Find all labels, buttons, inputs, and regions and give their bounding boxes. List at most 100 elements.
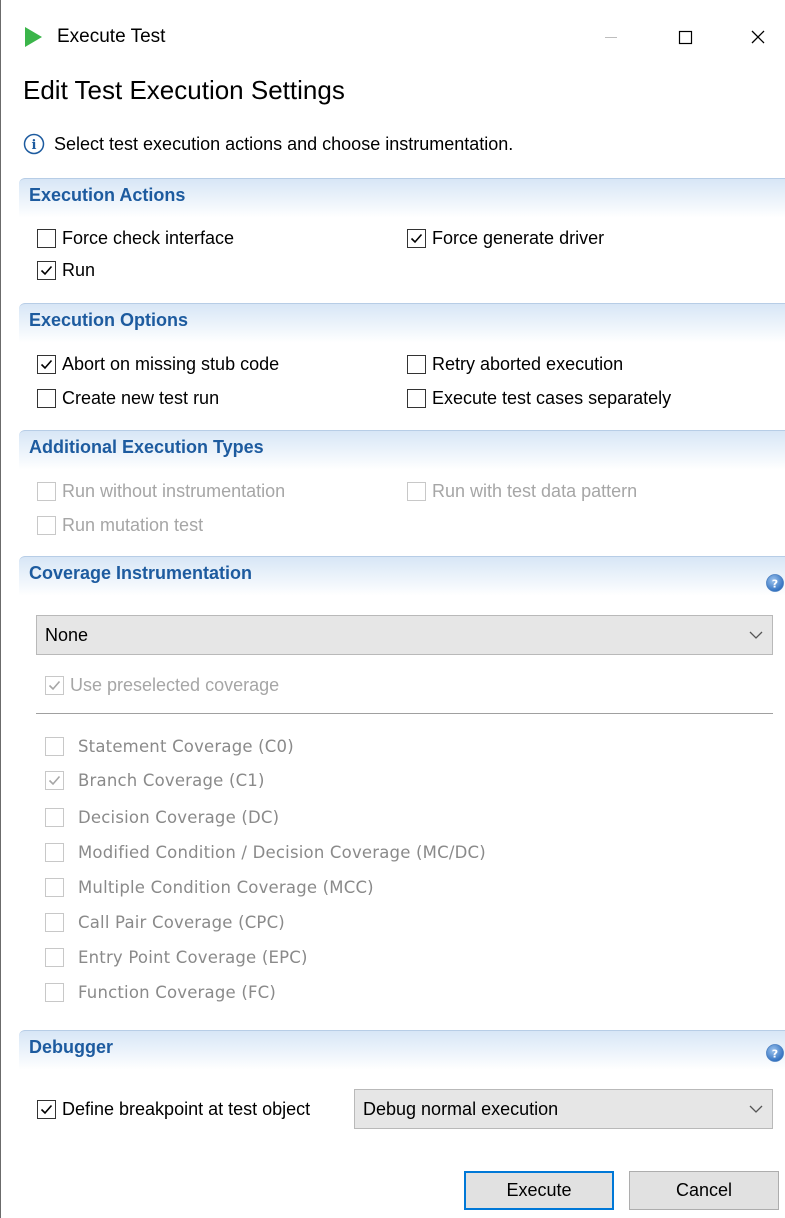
run-checkbox[interactable]: Run	[37, 258, 95, 282]
help-icon[interactable]: ?	[765, 1043, 785, 1063]
title-bar[interactable]: Execute Test	[1, 0, 785, 72]
checkbox-label: Statement Coverage (C0)	[78, 736, 294, 756]
checkbox-box[interactable]	[45, 877, 64, 897]
checkbox-box[interactable]	[407, 388, 426, 408]
checkbox-label: Branch Coverage (C1)	[78, 770, 265, 790]
coverage-item-cpc[interactable]: Call Pair Coverage (CPC)	[45, 910, 285, 934]
checkmark-icon	[48, 680, 61, 690]
maximize-button[interactable]	[665, 18, 705, 56]
checkbox-label: Multiple Condition Coverage (MCC)	[78, 877, 374, 897]
checkbox-box[interactable]	[407, 481, 426, 501]
section-title: Execution Actions	[29, 185, 186, 205]
checkbox-box[interactable]	[37, 388, 56, 408]
section-additional-execution-types: Additional Execution Types	[19, 430, 785, 470]
coverage-dropdown[interactable]: None	[36, 615, 773, 655]
checkbox-box[interactable]	[407, 354, 426, 374]
checkbox-box[interactable]	[37, 228, 56, 248]
info-message: i Select test execution actions and choo…	[23, 132, 513, 156]
info-text: Select test execution actions and choose…	[54, 133, 514, 154]
divider	[36, 713, 773, 714]
chevron-down-icon	[749, 631, 763, 639]
checkmark-icon	[40, 359, 53, 369]
coverage-item-mcc[interactable]: Multiple Condition Coverage (MCC)	[45, 875, 374, 899]
checkmark-icon	[40, 265, 53, 275]
execute-button[interactable]: Execute	[464, 1171, 614, 1210]
checkbox-box[interactable]	[45, 807, 64, 827]
checkbox-box[interactable]	[45, 675, 64, 695]
checkbox-label: Retry aborted execution	[432, 353, 624, 374]
dropdown-value: None	[45, 624, 89, 645]
run-without-instrumentation-checkbox[interactable]: Run without instrumentation	[37, 479, 285, 503]
section-debugger: Debugger ?	[19, 1030, 785, 1070]
svg-text:?: ?	[772, 577, 778, 590]
help-icon[interactable]: ?	[765, 573, 785, 593]
coverage-item-fc[interactable]: Function Coverage (FC)	[45, 980, 276, 1004]
section-execution-actions: Execution Actions	[19, 178, 785, 218]
create-new-test-run-checkbox[interactable]: Create new test run	[37, 386, 219, 410]
checkbox-box[interactable]	[45, 912, 64, 932]
force-generate-driver-checkbox[interactable]: Force generate driver	[407, 226, 604, 250]
dropdown-value: Debug normal execution	[363, 1098, 559, 1119]
window-title: Execute Test	[57, 26, 166, 47]
force-check-interface-checkbox[interactable]: Force check interface	[37, 226, 234, 250]
section-title: Execution Options	[29, 310, 189, 330]
checkbox-label: Create new test run	[62, 387, 220, 408]
cancel-button[interactable]: Cancel	[629, 1171, 779, 1210]
run-mutation-test-checkbox[interactable]: Run mutation test	[37, 513, 203, 537]
checkbox-label: Run without instrumentation	[62, 480, 286, 501]
checkbox-label: Execute test cases separately	[432, 387, 672, 408]
coverage-item-dc[interactable]: Decision Coverage (DC)	[45, 805, 279, 829]
checkbox-box[interactable]	[37, 515, 56, 535]
info-icon: i	[23, 133, 45, 155]
checkbox-label: Modified Condition / Decision Coverage (…	[78, 842, 486, 862]
checkbox-label: Run with test data pattern	[432, 480, 638, 501]
section-title: Coverage Instrumentation	[29, 563, 253, 583]
checkmark-icon	[40, 1104, 53, 1114]
checkbox-label: Force generate driver	[432, 227, 605, 248]
minimize-button[interactable]	[591, 18, 631, 56]
execute-separately-checkbox[interactable]: Execute test cases separately	[407, 386, 671, 410]
checkbox-label: Abort on missing stub code	[62, 353, 280, 374]
run-with-test-data-pattern-checkbox[interactable]: Run with test data pattern	[407, 479, 637, 503]
checkbox-box[interactable]	[45, 736, 64, 756]
checkbox-box[interactable]	[45, 842, 64, 862]
svg-text:i: i	[32, 138, 37, 153]
checkbox-box[interactable]	[45, 982, 64, 1002]
checkmark-icon	[410, 233, 423, 243]
use-preselected-coverage-checkbox[interactable]: Use preselected coverage	[45, 673, 279, 697]
coverage-item-c0[interactable]: Statement Coverage (C0)	[45, 734, 294, 758]
checkbox-box[interactable]	[37, 481, 56, 501]
debug-mode-dropdown[interactable]: Debug normal execution	[354, 1089, 773, 1129]
checkbox-label: Run mutation test	[62, 514, 204, 535]
section-execution-options: Execution Options	[19, 303, 785, 343]
play-triangle-icon	[23, 26, 43, 48]
chevron-down-icon	[749, 1105, 763, 1113]
checkbox-box[interactable]	[37, 260, 56, 280]
checkbox-box[interactable]	[45, 947, 64, 967]
checkbox-box[interactable]	[45, 770, 64, 790]
coverage-item-c1[interactable]: Branch Coverage (C1)	[45, 768, 265, 792]
dialog-heading: Edit Test Execution Settings	[23, 75, 345, 105]
checkbox-box[interactable]	[37, 354, 56, 374]
checkbox-label: Call Pair Coverage (CPC)	[78, 912, 285, 932]
svg-text:?: ?	[772, 1047, 778, 1060]
abort-missing-stub-checkbox[interactable]: Abort on missing stub code	[37, 352, 279, 376]
section-coverage-instrumentation: Coverage Instrumentation ?	[19, 556, 785, 596]
checkbox-label: Function Coverage (FC)	[78, 982, 277, 1002]
checkbox-label: Run	[62, 259, 96, 280]
checkbox-label: Use preselected coverage	[70, 674, 280, 695]
checkbox-label: Force check interface	[62, 227, 235, 248]
section-title: Additional Execution Types	[29, 437, 264, 457]
coverage-item-epc[interactable]: Entry Point Coverage (EPC)	[45, 945, 308, 969]
checkbox-box[interactable]	[407, 228, 426, 248]
coverage-item-mcdc[interactable]: Modified Condition / Decision Coverage (…	[45, 840, 486, 864]
close-button[interactable]	[738, 18, 778, 56]
execute-test-dialog: Execute Test Edit Test Execution Setting…	[0, 0, 785, 1218]
checkbox-label: Entry Point Coverage (EPC)	[78, 947, 308, 967]
checkbox-box[interactable]	[37, 1099, 56, 1119]
define-breakpoint-checkbox[interactable]: Define breakpoint at test object	[37, 1097, 310, 1121]
checkbox-label: Define breakpoint at test object	[62, 1098, 311, 1119]
section-title: Debugger	[29, 1037, 114, 1057]
retry-aborted-checkbox[interactable]: Retry aborted execution	[407, 352, 623, 376]
checkmark-icon	[48, 775, 61, 785]
